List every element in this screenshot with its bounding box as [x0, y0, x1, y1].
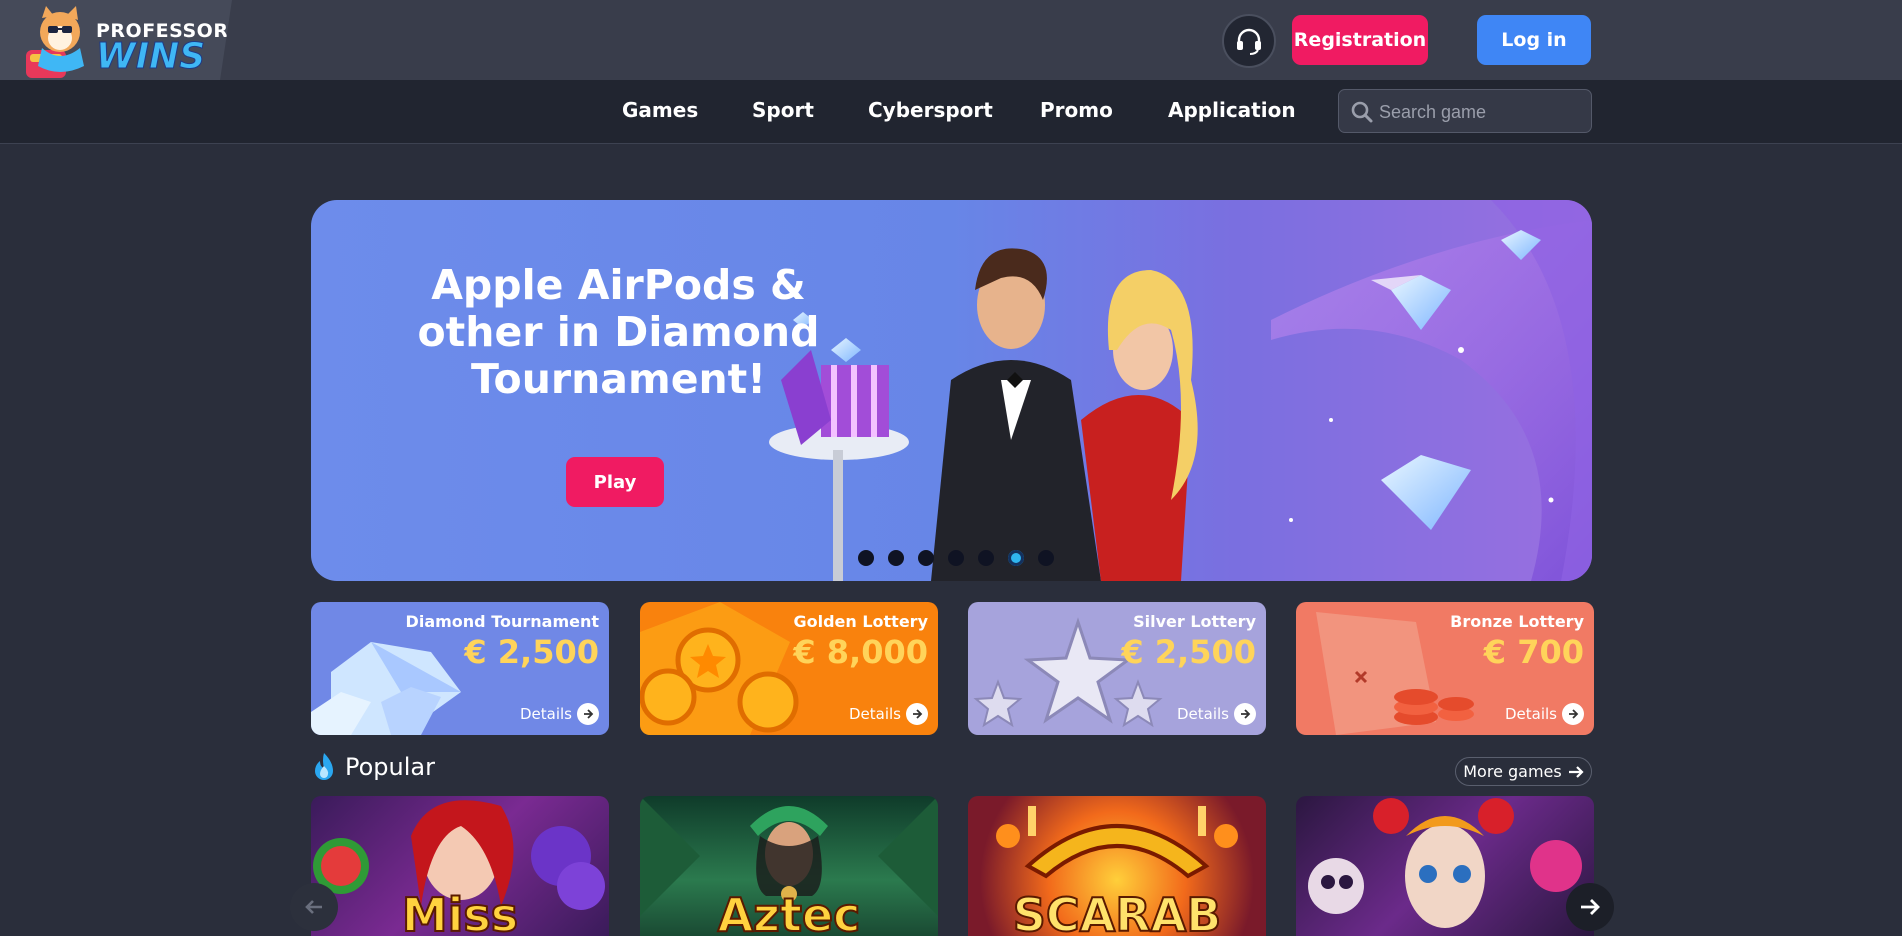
slider-dot[interactable] [858, 550, 874, 566]
lottery-title: Diamond Tournament [405, 612, 599, 631]
lottery-title: Bronze Lottery [1450, 612, 1584, 631]
lottery-title: Golden Lottery [793, 612, 928, 631]
details-label: Details [1504, 705, 1557, 723]
popular-header: Popular [311, 752, 435, 782]
more-games-label: More games [1463, 762, 1562, 781]
promo-banner[interactable]: Apple AirPods & other in Diamond Tournam… [311, 200, 1592, 581]
flame-icon [315, 753, 333, 780]
slider-dot[interactable] [918, 550, 934, 566]
nav-item-sport[interactable]: Sport [752, 98, 814, 122]
slider-dot[interactable] [948, 550, 964, 566]
details-label: Details [848, 705, 901, 723]
slider-dot[interactable] [978, 550, 994, 566]
search-box[interactable] [1338, 89, 1592, 134]
game-title: SCARAB [1012, 887, 1223, 936]
game-tile-miss-cherry[interactable]: Miss [311, 796, 609, 936]
details-link[interactable]: Details [849, 703, 928, 725]
login-button[interactable]: Log in [1477, 15, 1591, 65]
support-button[interactable] [1222, 14, 1276, 68]
details-link[interactable]: Details [1505, 703, 1584, 725]
details-link[interactable]: Details [520, 703, 599, 725]
details-label: Details [519, 705, 572, 723]
slider-dot[interactable] [1038, 550, 1054, 566]
nav-item-cybersport[interactable]: Cybersport [868, 98, 993, 122]
slider-dot-active[interactable] [1008, 550, 1024, 566]
carousel-next-button[interactable] [1566, 883, 1614, 931]
arrow-right-icon [1562, 703, 1584, 725]
search-icon [1351, 101, 1373, 123]
arrow-right-icon [577, 703, 599, 725]
popular-title: Popular [345, 753, 435, 781]
slider-dot[interactable] [888, 550, 904, 566]
nav-item-games[interactable]: Games [622, 98, 698, 122]
banner-play-button[interactable]: Play [566, 457, 664, 507]
arrow-right-icon [1568, 765, 1584, 778]
game-title: Aztec [717, 887, 862, 936]
arrow-left-icon [305, 900, 322, 914]
registration-button[interactable]: Registration [1292, 15, 1428, 65]
details-link[interactable]: Details [1177, 703, 1256, 725]
lottery-amount: € 2,500 [1121, 633, 1256, 671]
headset-icon [1237, 28, 1261, 55]
details-label: Details [1176, 705, 1229, 723]
lottery-amount: € 700 [1483, 633, 1584, 671]
nav-item-application[interactable]: Application [1168, 98, 1296, 122]
lottery-amount: € 8,000 [793, 633, 928, 671]
lottery-card-silver[interactable]: Silver Lottery € 2,500 Details [968, 602, 1266, 735]
main-nav: Games Sport Cybersport Promo Application [0, 80, 1902, 144]
game-tile-day-of-the-dead[interactable] [1296, 796, 1594, 936]
game-tile-scarab[interactable]: SCARAB [968, 796, 1266, 936]
lottery-amount: € 2,500 [464, 633, 599, 671]
banner-title: Apple AirPods & other in Diamond Tournam… [417, 261, 820, 403]
nav-item-promo[interactable]: Promo [1040, 98, 1113, 122]
lottery-card-diamond[interactable]: Diamond Tournament € 2,500 Details [311, 602, 609, 735]
slider-dots [858, 550, 1054, 566]
carousel-prev-button[interactable] [290, 883, 338, 931]
arrow-right-icon [1581, 899, 1600, 915]
lottery-card-golden[interactable]: Golden Lottery € 8,000 Details [640, 602, 938, 735]
more-games-button[interactable]: More games [1455, 757, 1592, 786]
search-input[interactable] [1377, 90, 1586, 134]
professor-mascot-icon [26, 6, 84, 78]
top-header [0, 0, 1902, 80]
arrow-right-icon [1234, 703, 1256, 725]
game-thumbnail [1308, 798, 1582, 928]
game-title: Miss [401, 887, 519, 936]
logo-text-wins: WINS [95, 36, 206, 78]
lottery-title: Silver Lottery [1133, 612, 1256, 631]
game-tile-aztec[interactable]: Aztec [640, 796, 938, 936]
lottery-card-bronze[interactable]: Bronze Lottery € 700 Details [1296, 602, 1594, 735]
arrow-right-icon [906, 703, 928, 725]
